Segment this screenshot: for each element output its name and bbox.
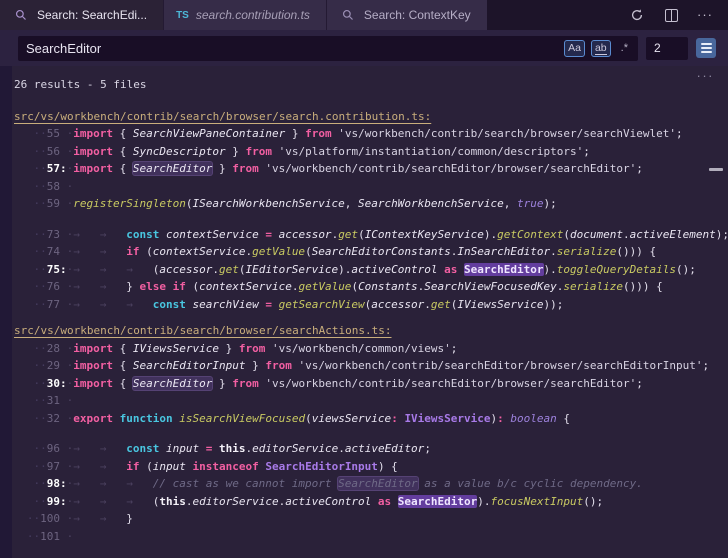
- section-gap: [12, 427, 728, 440]
- code-line[interactable]: ··74 ·→ → if (contextService.getValue(Se…: [12, 243, 728, 261]
- code-line[interactable]: ··56 ·import { SyncDescriptor } from 'vs…: [12, 143, 728, 161]
- code-line[interactable]: ··73 ·→ → const contextService = accesso…: [12, 226, 728, 244]
- code-line[interactable]: ··57:·import { SearchEditor } from 'vs/w…: [12, 160, 728, 178]
- code-line[interactable]: ··97 ·→ → if (input instanceof SearchEdi…: [12, 458, 728, 476]
- search-icon: [339, 6, 357, 24]
- search-query-text: SearchEditor: [26, 41, 558, 56]
- line-number: ··97: [14, 458, 60, 476]
- tab-label: Search: ContextKey: [364, 8, 471, 22]
- tab-label: Search: SearchEdi...: [37, 8, 147, 22]
- line-number: ··28: [14, 340, 60, 358]
- line-number: ··77: [14, 296, 60, 314]
- regex-toggle[interactable]: .*: [617, 40, 632, 57]
- search-editor-content[interactable]: ··· 26 results - 5 files src/vs/workbench…: [0, 66, 728, 558]
- line-number: ··59: [14, 195, 60, 213]
- editor-overflow-icon[interactable]: ···: [697, 68, 715, 83]
- search-input[interactable]: SearchEditor Aa ab .*: [18, 36, 638, 61]
- typescript-icon: TS: [176, 10, 189, 21]
- code-line[interactable]: ··101 ·: [12, 528, 728, 546]
- search-query-bar: SearchEditor Aa ab .* 2: [0, 30, 728, 66]
- whole-word-toggle[interactable]: ab: [591, 40, 611, 57]
- line-number: ··98: [14, 475, 60, 493]
- context-lines-input[interactable]: 2: [646, 37, 688, 60]
- refresh-icon[interactable]: [628, 6, 646, 24]
- line-number: ··73: [14, 226, 60, 244]
- split-editor-icon[interactable]: [662, 6, 680, 24]
- line-number: ··57: [14, 160, 60, 178]
- search-icon: [12, 6, 30, 24]
- line-number: ··58: [14, 178, 60, 196]
- line-number: ··74: [14, 243, 60, 261]
- code-line[interactable]: ··76 ·→ → } else if (contextService.getV…: [12, 278, 728, 296]
- search-match: SearchEditor: [133, 162, 212, 175]
- toggle-search-details-icon[interactable]: [696, 38, 716, 58]
- more-actions-icon[interactable]: ···: [696, 6, 714, 24]
- line-number: ··96: [14, 440, 60, 458]
- code-area[interactable]: 26 results - 5 files src/vs/workbench/con…: [12, 66, 728, 545]
- file-path-link[interactable]: src/vs/workbench/contrib/search/browser/…: [12, 108, 728, 126]
- code-line[interactable]: ··96 ·→ → const input = this.editorServi…: [12, 440, 728, 458]
- tab-search-contribution-ts[interactable]: TS search.contribution.ts: [163, 0, 326, 30]
- line-number: ··100: [14, 510, 60, 528]
- editor-gutter-rail: [0, 66, 12, 558]
- line-number: ··56: [14, 143, 60, 161]
- tab-search-contextkey[interactable]: Search: ContextKey: [326, 0, 487, 30]
- line-number: ··101: [14, 528, 60, 546]
- code-line[interactable]: ··100 ·→ → }: [12, 510, 728, 528]
- tab-search-searcheditor[interactable]: Search: SearchEdi...: [0, 0, 163, 30]
- line-number: ··31: [14, 392, 60, 410]
- code-line[interactable]: ··77 ·→ → → const searchView = getSearch…: [12, 296, 728, 314]
- code-line[interactable]: ··31 ·: [12, 392, 728, 410]
- code-line[interactable]: ··29 ·import { SearchEditorInput } from …: [12, 357, 728, 375]
- search-match: SearchEditor: [133, 377, 212, 390]
- file-path-link[interactable]: src/vs/workbench/contrib/search/browser/…: [12, 322, 728, 340]
- section-gap: [12, 94, 728, 108]
- search-match: SearchEditor: [398, 495, 477, 508]
- code-line[interactable]: ··55 ·import { SearchViewPaneContainer }…: [12, 125, 728, 143]
- code-line[interactable]: ··28 ·import { IViewsService } from 'vs/…: [12, 340, 728, 358]
- section-gap: [12, 213, 728, 226]
- line-number: ··75: [14, 261, 60, 279]
- tab-bar: Search: SearchEdi... TS search.contribut…: [0, 0, 728, 30]
- match-case-toggle[interactable]: Aa: [564, 40, 585, 57]
- tab-label: search.contribution.ts: [196, 8, 310, 22]
- code-line[interactable]: ··32 ·export function isSearchViewFocuse…: [12, 410, 728, 428]
- code-line[interactable]: ··75:·→ → → (accessor.get(IEditorService…: [12, 261, 728, 279]
- line-number: ··32: [14, 410, 60, 428]
- search-match: SearchEditor: [338, 477, 417, 490]
- code-line[interactable]: ··30:·import { SearchEditor } from 'vs/w…: [12, 375, 728, 393]
- code-line[interactable]: ··59 ·registerSingleton(ISearchWorkbench…: [12, 195, 728, 213]
- code-line[interactable]: ··98:·→ → → // cast as we cannot import …: [12, 475, 728, 493]
- code-line[interactable]: ··99:·→ → → (this.editorService.activeCo…: [12, 493, 728, 511]
- search-match: SearchEditor: [464, 263, 543, 276]
- editor-actions: ···: [628, 0, 728, 30]
- line-number: ··99: [14, 493, 60, 511]
- line-number: ··29: [14, 357, 60, 375]
- code-line[interactable]: ··58 ·: [12, 178, 728, 196]
- overview-ruler-marker: [709, 168, 723, 171]
- line-number: ··30: [14, 375, 60, 393]
- results-summary: 26 results - 5 files: [12, 76, 728, 94]
- line-number: ··55: [14, 125, 60, 143]
- line-number: ··76: [14, 278, 60, 296]
- section-gap: [12, 313, 728, 322]
